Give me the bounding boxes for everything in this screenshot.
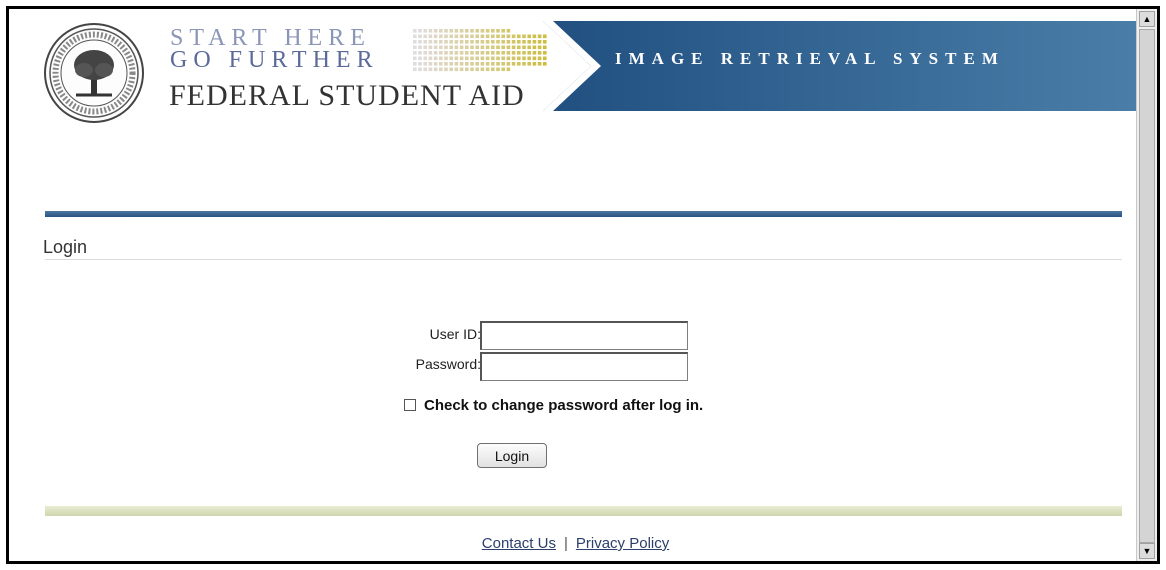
change-password-checkbox-label[interactable]: Check to change password after log in. bbox=[424, 397, 703, 414]
password-input[interactable] bbox=[480, 352, 688, 381]
login-button[interactable]: Login bbox=[477, 443, 547, 468]
title-divider bbox=[45, 259, 1122, 260]
contact-us-link[interactable]: Contact Us bbox=[482, 535, 556, 552]
page-viewport: START HERE GO FURTHER FEDERAL STUDENT AI… bbox=[15, 9, 1136, 561]
header-divider-bar bbox=[45, 211, 1122, 217]
system-name: IMAGE RETRIEVAL SYSTEM bbox=[615, 49, 1005, 68]
vertical-scrollbar[interactable]: ▲ ▼ bbox=[1136, 9, 1157, 561]
browser-window: START HERE GO FURTHER FEDERAL STUDENT AI… bbox=[6, 6, 1160, 564]
footer: Contact Us | Privacy Policy bbox=[15, 535, 1136, 552]
site-header: START HERE GO FURTHER FEDERAL STUDENT AI… bbox=[15, 9, 1136, 139]
scroll-up-arrow-icon[interactable]: ▲ bbox=[1139, 11, 1155, 27]
footer-separator: | bbox=[563, 535, 568, 552]
decorative-dot-grid bbox=[413, 29, 547, 72]
change-password-checkbox[interactable] bbox=[404, 399, 416, 411]
scrollbar-thumb[interactable] bbox=[1139, 29, 1155, 543]
page-title: Login bbox=[43, 237, 88, 257]
userid-input[interactable] bbox=[480, 321, 688, 350]
footer-divider-bar bbox=[45, 506, 1122, 516]
userid-label: User ID: bbox=[429, 326, 481, 342]
scroll-down-arrow-icon[interactable]: ▼ bbox=[1139, 543, 1155, 559]
department-seal-icon bbox=[44, 23, 144, 123]
agency-name: FEDERAL STUDENT AID bbox=[169, 79, 525, 112]
privacy-policy-link[interactable]: Privacy Policy bbox=[576, 535, 669, 552]
password-label: Password: bbox=[415, 356, 481, 372]
tagline-go-further: GO FURTHER bbox=[170, 47, 379, 73]
